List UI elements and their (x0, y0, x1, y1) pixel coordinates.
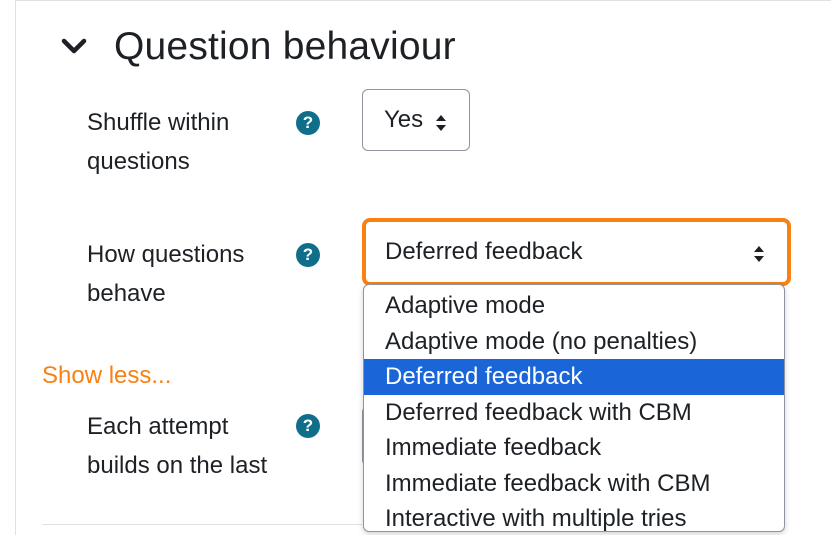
sort-arrows-icon (753, 245, 765, 268)
dropdown-options: Adaptive mode Adaptive mode (no penalties… (364, 288, 784, 531)
behaviour-label: How questions behave (87, 235, 244, 313)
show-less-link[interactable]: Show less... (42, 358, 171, 394)
help-question-icon[interactable]: ? (296, 111, 320, 135)
sort-arrows-icon (435, 111, 447, 131)
shuffle-label-line2: questions (87, 148, 190, 175)
attempt-label-line1: Each attempt (87, 413, 229, 440)
chevron-down-icon[interactable] (56, 29, 92, 65)
behaviour-label-line2: behave (87, 280, 166, 307)
section-header-question-behaviour[interactable]: Question behaviour (56, 22, 456, 72)
help-question-icon[interactable]: ? (296, 243, 320, 267)
quiz-settings-frame: Question behaviour Shuffle within questi… (0, 0, 831, 535)
divider (42, 524, 362, 525)
dropdown-option[interactable]: Deferred feedback (364, 359, 784, 395)
behaviour-select[interactable]: Deferred feedback (362, 218, 791, 286)
behaviour-dropdown-list[interactable]: Adaptive mode Adaptive mode (no penalties… (363, 284, 785, 532)
dropdown-option[interactable]: Immediate feedback with CBM (364, 466, 784, 502)
shuffle-select-value: Yes (384, 106, 424, 133)
shuffle-label: Shuffle within questions (87, 103, 229, 181)
help-question-icon[interactable]: ? (296, 414, 320, 438)
attempt-label-line2: builds on the last (87, 452, 268, 479)
dropdown-option[interactable]: Interactive with multiple tries (364, 501, 784, 531)
dropdown-option[interactable]: Immediate feedback (364, 430, 784, 466)
shuffle-select[interactable]: Yes (362, 89, 470, 151)
behaviour-select-value: Deferred feedback (385, 238, 583, 265)
frame-border (15, 0, 831, 1)
frame-border (15, 0, 16, 535)
dropdown-option[interactable]: Deferred feedback with CBM (364, 395, 784, 431)
shuffle-label-line1: Shuffle within (87, 109, 230, 136)
dropdown-option[interactable]: Adaptive mode (no penalties) (364, 324, 784, 360)
section-title: Question behaviour (114, 25, 456, 68)
behaviour-label-line1: How questions (87, 241, 245, 268)
attempt-label: Each attempt builds on the last (87, 407, 267, 485)
dropdown-option[interactable]: Adaptive mode (364, 288, 784, 324)
